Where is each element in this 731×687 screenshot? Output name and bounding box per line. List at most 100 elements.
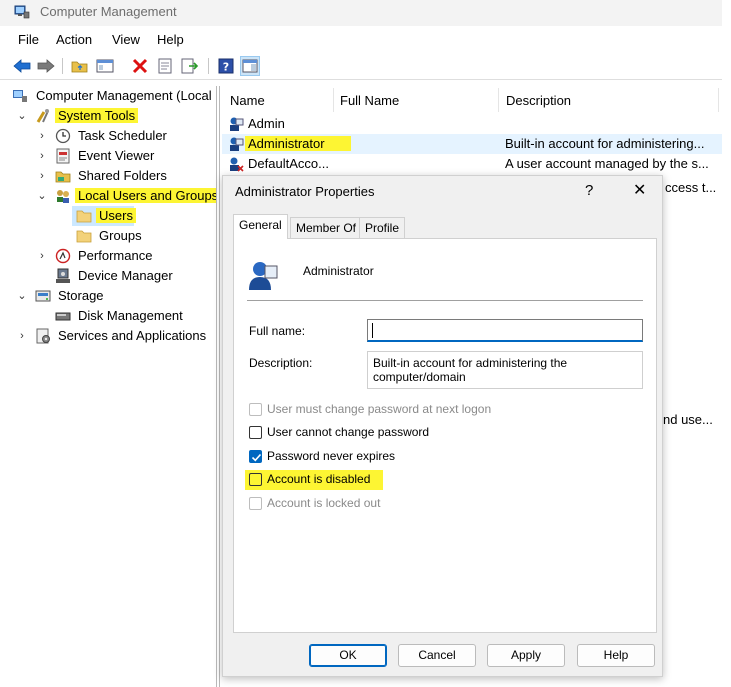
toolbar: ?	[0, 52, 722, 80]
list-item-description: Built-in account for administering...	[505, 136, 705, 151]
checkbox-box	[249, 497, 262, 510]
tab-strip: General Member Of Profile	[233, 214, 653, 239]
tree-label: Computer Management (Local	[36, 88, 212, 103]
list-item[interactable]: DefaultAcco... A user account managed by…	[222, 154, 722, 174]
title-bar: Computer Management	[0, 0, 722, 26]
chevron-right-icon[interactable]: ›	[36, 129, 48, 143]
console-tree: Computer Management (Local ⌄ System Tool…	[0, 86, 216, 687]
help-icon[interactable]: ?	[216, 56, 236, 76]
dialog-help-button[interactable]: ?	[585, 182, 593, 199]
window-title: Computer Management	[40, 4, 177, 19]
full-name-field[interactable]	[367, 319, 643, 342]
tree-item-shared-folders[interactable]: › Shared Folders	[0, 166, 216, 186]
chevron-right-icon[interactable]: ›	[36, 149, 48, 163]
tree-label: Performance	[78, 248, 153, 263]
properties-icon[interactable]	[155, 56, 175, 76]
tree-label: System Tools	[55, 108, 139, 123]
partial-description: nd use...	[663, 412, 713, 427]
tree-label: Shared Folders	[78, 168, 167, 183]
checkbox-label: User cannot change password	[267, 425, 430, 439]
list-item-name: DefaultAcco...	[248, 156, 329, 171]
show-action-pane-icon[interactable]	[240, 56, 260, 76]
chevron-right-icon[interactable]: ›	[36, 169, 48, 183]
forward-arrow-icon[interactable]	[36, 56, 56, 76]
chevron-right-icon[interactable]: ›	[16, 329, 28, 343]
tree-item-device-manager[interactable]: Device Manager	[0, 266, 216, 286]
list-item-description: A user account managed by the s...	[505, 156, 709, 171]
menu-view[interactable]: View	[112, 32, 140, 47]
close-icon[interactable]: ✕	[633, 180, 646, 200]
clock-icon	[55, 128, 71, 144]
pane-splitter[interactable]	[216, 86, 220, 687]
description-field[interactable]: Built-in account for administering the c…	[367, 351, 643, 389]
folder-icon	[76, 210, 92, 223]
tree-label: Local Users and Groups	[75, 188, 216, 203]
checkbox-label: Account is disabled	[267, 472, 371, 486]
list-item[interactable]: Administrator Built-in account for admin…	[222, 134, 722, 154]
chevron-down-icon[interactable]: ⌄	[16, 109, 28, 123]
user-icon	[249, 262, 278, 290]
checkbox-label: Password never expires	[267, 449, 396, 463]
column-header-description[interactable]: Description	[506, 93, 571, 108]
description-label: Description:	[249, 356, 313, 370]
computer-management-icon	[14, 5, 30, 19]
column-header-full-name[interactable]: Full Name	[340, 93, 399, 108]
tree-label: Task Scheduler	[78, 128, 167, 143]
checkbox-box	[249, 403, 262, 416]
tools-icon	[36, 109, 49, 123]
checkbox-box[interactable]	[249, 426, 262, 439]
checkbox-box[interactable]	[249, 473, 262, 486]
list-item-name: Administrator	[245, 136, 351, 151]
tree-item-services-and-applications[interactable]: › Services and Applications	[0, 326, 216, 346]
tree-item-storage[interactable]: ⌄ Storage	[0, 286, 216, 306]
tree-item-performance[interactable]: › Performance	[0, 246, 216, 266]
list-item[interactable]: Admin	[222, 114, 722, 134]
tree-item-local-users-and-groups[interactable]: ⌄ Local Users and Groups	[0, 186, 216, 206]
user-icon	[230, 117, 244, 131]
storage-icon	[35, 290, 51, 302]
tree-item-users[interactable]: Users	[72, 206, 136, 226]
tree-label: Storage	[58, 288, 104, 303]
tree-item-computer-management[interactable]: Computer Management (Local	[0, 86, 216, 106]
svg-text:?: ?	[223, 61, 229, 74]
shared-folder-icon	[55, 171, 71, 183]
user-icon	[230, 137, 244, 151]
checkbox-box[interactable]	[249, 450, 262, 463]
tree-item-event-viewer[interactable]: › Event Viewer	[0, 146, 216, 166]
apply-button[interactable]: Apply	[487, 644, 565, 667]
tree-item-system-tools[interactable]: ⌄ System Tools	[0, 106, 216, 126]
full-name-label: Full name:	[249, 324, 306, 338]
dialog-title: Administrator Properties	[235, 184, 375, 199]
tab-profile[interactable]: Profile	[359, 217, 406, 238]
tree-item-groups[interactable]: Groups	[0, 226, 216, 246]
delete-icon[interactable]	[130, 56, 150, 76]
column-header-name[interactable]: Name	[230, 93, 265, 108]
up-folder-icon[interactable]	[70, 56, 90, 76]
menu-help[interactable]: Help	[157, 32, 184, 47]
help-button[interactable]: Help	[577, 644, 655, 667]
back-arrow-icon[interactable]	[12, 56, 32, 76]
menu-bar: File Action View Help	[0, 28, 722, 50]
show-hide-tree-icon[interactable]	[95, 56, 115, 76]
tab-member-of[interactable]: Member Of	[290, 217, 363, 238]
tree-item-task-scheduler[interactable]: › Task Scheduler	[0, 126, 216, 146]
chevron-down-icon[interactable]: ⌄	[36, 189, 48, 203]
tree-label: Groups	[99, 228, 142, 243]
ok-button[interactable]: OK	[309, 644, 387, 667]
menu-file[interactable]: File	[18, 32, 39, 47]
tree-label: Disk Management	[78, 308, 183, 323]
performance-icon	[55, 248, 71, 264]
chevron-right-icon[interactable]: ›	[36, 249, 48, 263]
export-list-icon[interactable]	[180, 56, 200, 76]
menu-action[interactable]: Action	[56, 32, 92, 47]
partial-description: ccess t...	[665, 180, 717, 195]
chevron-down-icon[interactable]: ⌄	[16, 289, 28, 303]
user-name: Administrator	[303, 264, 374, 278]
tree-label: Event Viewer	[78, 148, 155, 163]
tree-label: Device Manager	[78, 268, 173, 283]
tab-general[interactable]: General	[233, 214, 288, 239]
cancel-button[interactable]: Cancel	[398, 644, 476, 667]
users-group-icon	[57, 190, 69, 203]
tree-item-disk-management[interactable]: Disk Management	[0, 306, 216, 326]
tree-label: Services and Applications	[58, 328, 207, 343]
